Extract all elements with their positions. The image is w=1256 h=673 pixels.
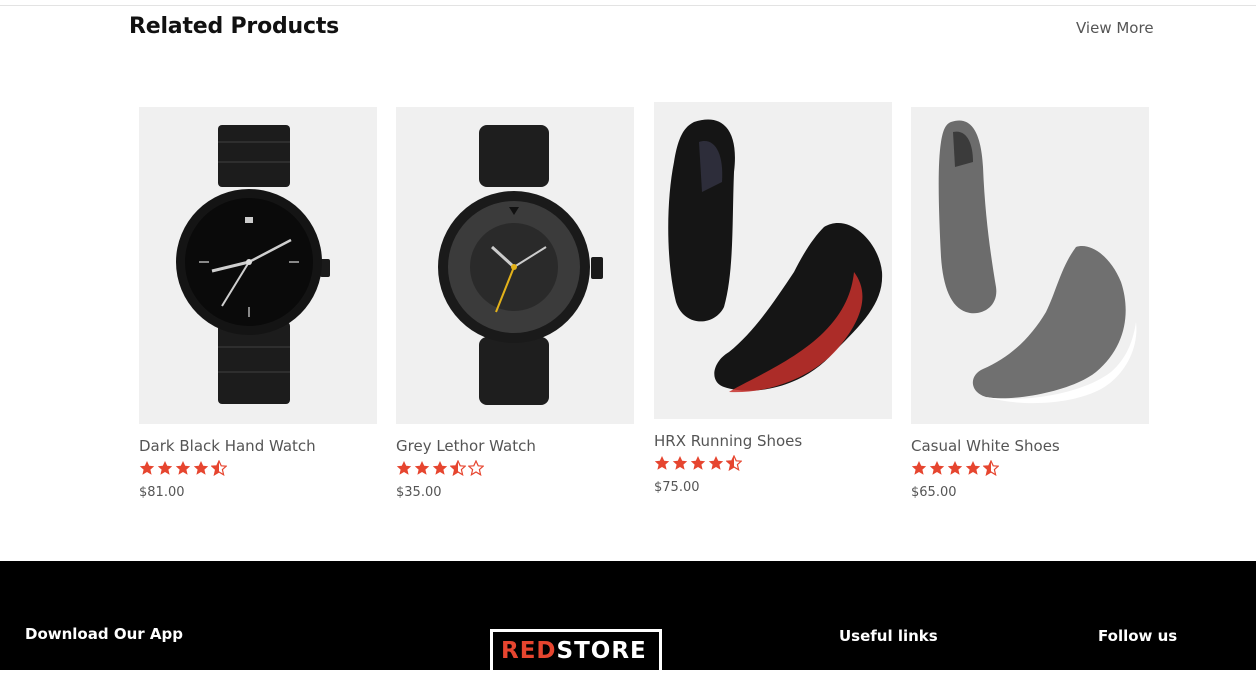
product-price: $81.00 <box>139 485 185 500</box>
star-full-icon <box>396 461 412 475</box>
product-name[interactable]: Casual White Shoes <box>911 437 1149 455</box>
star-half-icon <box>726 455 742 471</box>
product-card-hrx-running-shoes[interactable]: HRX Running Shoes $75.00 <box>654 102 892 495</box>
star-full-icon <box>432 461 448 475</box>
star-half-icon <box>211 460 227 476</box>
product-card-dark-black-hand-watch[interactable]: Dark Black Hand Watch $81.00 <box>139 107 377 500</box>
product-name[interactable]: HRX Running Shoes <box>654 432 892 450</box>
product-image[interactable] <box>139 107 377 424</box>
product-name[interactable]: Dark Black Hand Watch <box>139 437 377 455</box>
product-card-casual-white-shoes[interactable]: Casual White Shoes $65.00 <box>911 107 1149 500</box>
useful-links-heading: Useful links <box>839 627 938 645</box>
product-rating <box>911 460 1149 480</box>
product-price: $75.00 <box>654 480 700 495</box>
top-divider <box>0 5 1256 6</box>
product-price: $35.00 <box>396 485 442 500</box>
star-full-icon <box>708 456 724 470</box>
star-empty-icon <box>468 460 484 476</box>
product-name[interactable]: Grey Lethor Watch <box>396 437 634 455</box>
star-full-icon <box>947 461 963 475</box>
product-image[interactable] <box>396 107 634 424</box>
product-image[interactable] <box>654 102 892 419</box>
product-rating <box>396 460 634 480</box>
product-card-grey-lethor-watch[interactable]: Grey Lethor Watch $35.00 <box>396 107 634 500</box>
site-footer: Download Our App REDSTORE Useful links F… <box>0 561 1256 673</box>
star-half-icon <box>450 460 466 476</box>
watch-image <box>176 125 330 404</box>
logo-text-red: RED <box>501 638 557 664</box>
shoes-image <box>668 119 883 393</box>
download-app-heading: Download Our App <box>25 625 183 643</box>
product-rating <box>139 460 377 480</box>
star-full-icon <box>911 461 927 475</box>
product-rating <box>654 455 892 475</box>
star-full-icon <box>139 461 155 475</box>
star-half-icon <box>983 460 999 476</box>
section-title: Related Products <box>129 14 340 39</box>
star-full-icon <box>414 461 430 475</box>
star-full-icon <box>929 461 945 475</box>
view-more-link[interactable]: View More <box>1076 19 1154 37</box>
star-full-icon <box>690 456 706 470</box>
redstore-logo[interactable]: REDSTORE <box>490 629 662 673</box>
star-full-icon <box>654 456 670 470</box>
star-full-icon <box>672 456 688 470</box>
product-image[interactable] <box>911 107 1149 424</box>
logo-text-white: STORE <box>556 638 647 664</box>
watch-image <box>438 125 603 405</box>
follow-us-heading: Follow us <box>1098 627 1178 645</box>
star-full-icon <box>193 461 209 475</box>
star-full-icon <box>157 461 173 475</box>
shoes-image <box>938 120 1137 404</box>
product-price: $65.00 <box>911 485 957 500</box>
star-full-icon <box>965 461 981 475</box>
star-full-icon <box>175 461 191 475</box>
